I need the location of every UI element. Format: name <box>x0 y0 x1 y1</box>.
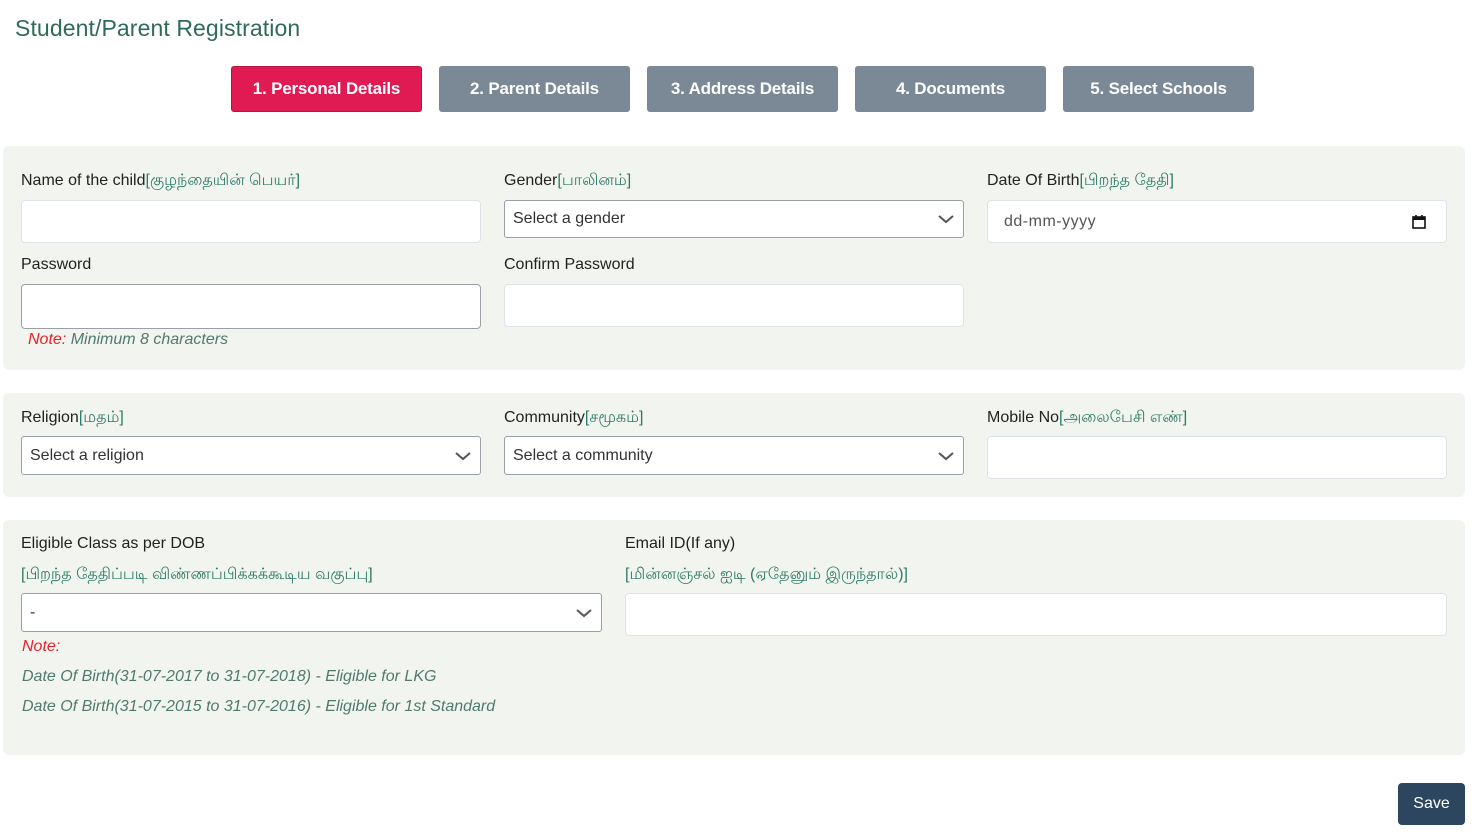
step-tabs: 1. Personal Details 2. Parent Details 3.… <box>231 66 1254 112</box>
dob-label-text: Date Of Birth <box>987 172 1080 189</box>
religion-label-text: Religion <box>21 409 79 426</box>
tab-personal-details[interactable]: 1. Personal Details <box>231 66 422 112</box>
eligible-class-note-1st-standard: Date Of Birth(31-07-2015 to 31-07-2016) … <box>22 698 496 715</box>
religion-selected-value: Select a religion <box>30 446 144 464</box>
password-note-prefix: Note: <box>28 331 67 348</box>
calendar-icon[interactable] <box>1411 214 1427 230</box>
dob-label-tamil: [பிறந்த தேதி] <box>1079 172 1174 189</box>
personal-info-panel: Name of the child[குழந்தையின் பெயர்] Gen… <box>3 146 1465 370</box>
eligible-class-selected-value: - <box>30 603 36 621</box>
child-name-label-tamil: [குழந்தையின் பெயர்] <box>145 172 301 189</box>
password-note-text: Minimum 8 characters <box>66 331 229 348</box>
child-name-label-text: Name of the child <box>21 172 146 189</box>
mobile-label: Mobile No[அலைபேசி எண்] <box>987 408 1187 428</box>
community-label-tamil: [சமூகம்] <box>584 409 644 426</box>
email-label-tamil: [மின்னஞ்சல் ஐடி (ஏதேனும் இருந்தால்)] <box>625 566 908 583</box>
chevron-down-icon <box>938 451 954 460</box>
chevron-down-icon <box>455 451 471 460</box>
eligible-class-label: Eligible Class as per DOB <box>21 535 206 552</box>
chevron-down-icon <box>938 215 954 224</box>
mobile-input[interactable] <box>987 436 1447 479</box>
mobile-label-tamil: [அலைபேசி எண்] <box>1059 409 1188 426</box>
class-email-panel: Eligible Class as per DOB [பிறந்த தேதிப்… <box>3 520 1465 755</box>
mobile-label-text: Mobile No <box>987 409 1060 426</box>
email-input[interactable] <box>625 593 1447 636</box>
confirm-password-input[interactable] <box>504 284 964 327</box>
religion-select[interactable]: Select a religion <box>21 436 481 475</box>
eligible-class-select[interactable]: - <box>21 593 602 632</box>
gender-label-text: Gender <box>504 172 558 189</box>
tab-parent-details[interactable]: 2. Parent Details <box>439 66 630 112</box>
eligible-class-note-lkg: Date Of Birth(31-07-2017 to 31-07-2018) … <box>22 668 437 685</box>
email-label: Email ID(If any) <box>625 535 736 552</box>
gender-select[interactable]: Select a gender <box>504 200 964 238</box>
religion-label: Religion[மதம்] <box>21 408 124 428</box>
gender-label-tamil: [பாலினம்] <box>557 172 632 189</box>
community-label: Community[சமூகம்] <box>504 408 643 428</box>
page-title: Student/Parent Registration <box>15 15 301 41</box>
tab-documents[interactable]: 4. Documents <box>855 66 1046 112</box>
dob-input[interactable]: dd-mm-yyyy <box>987 200 1447 243</box>
eligible-class-note-label: Note: <box>22 638 61 655</box>
child-name-input[interactable] <box>21 200 481 243</box>
chevron-down-icon <box>576 608 592 617</box>
password-note: Note: Minimum 8 characters <box>28 331 228 349</box>
save-button[interactable]: Save <box>1398 783 1465 825</box>
tab-address-details[interactable]: 3. Address Details <box>647 66 838 112</box>
gender-selected-value: Select a gender <box>513 210 626 227</box>
confirm-password-label: Confirm Password <box>504 256 635 273</box>
password-label: Password <box>21 256 92 273</box>
gender-label: Gender[பாலினம்] <box>504 171 631 191</box>
demographics-panel: Religion[மதம்] Select a religion Communi… <box>3 393 1465 497</box>
child-name-label: Name of the child[குழந்தையின் பெயர்] <box>21 171 300 191</box>
password-input[interactable] <box>21 284 481 329</box>
community-selected-value: Select a community <box>513 446 653 464</box>
community-select[interactable]: Select a community <box>504 436 964 475</box>
religion-label-tamil: [மதம்] <box>78 409 124 426</box>
tab-select-schools[interactable]: 5. Select Schools <box>1063 66 1254 112</box>
dob-placeholder: dd-mm-yyyy <box>1004 212 1097 230</box>
community-label-text: Community <box>504 409 585 426</box>
eligible-class-label-tamil: [பிறந்த தேதிப்படி விண்ணப்பிக்கக்கூடிய வக… <box>21 566 373 583</box>
dob-label: Date Of Birth[பிறந்த தேதி] <box>987 171 1174 191</box>
